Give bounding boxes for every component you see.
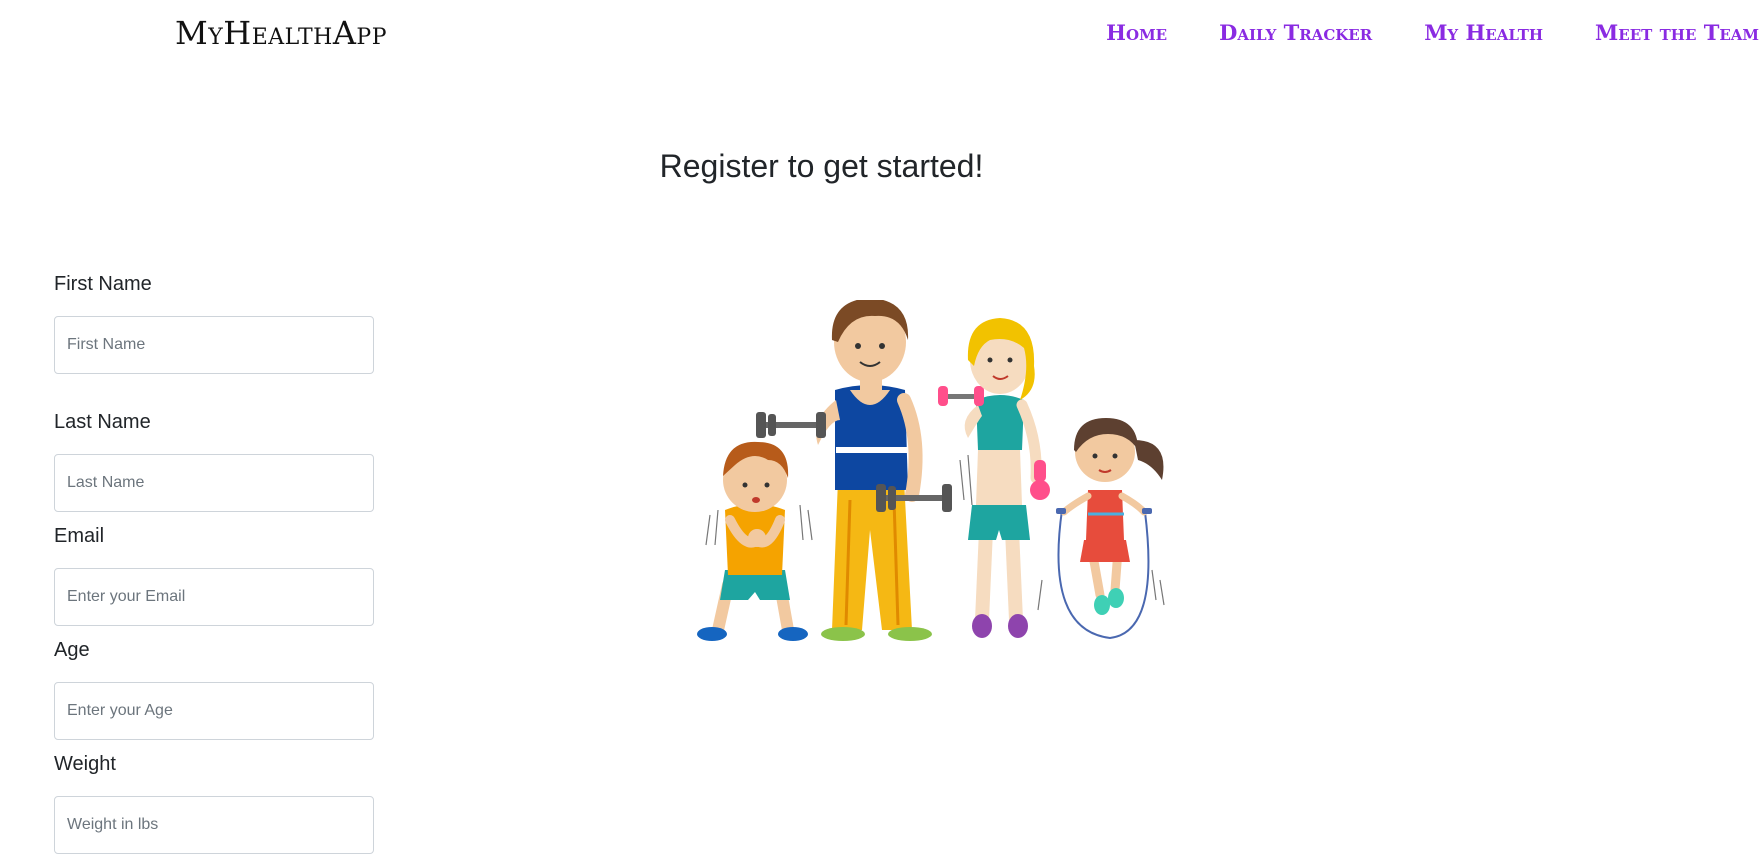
nav-link-daily-tracker[interactable]: Daily Tracker: [1219, 20, 1372, 45]
dad-figure: [756, 300, 973, 641]
registration-form: First Name Last Name Email Age Weight: [54, 272, 374, 854]
girl-figure: [1037, 418, 1165, 640]
first-name-label: First Name: [54, 273, 152, 295]
weight-input[interactable]: [54, 796, 374, 854]
email-label: Email: [54, 525, 105, 547]
page-heading: Register to get started!: [659, 148, 984, 184]
brand-logo[interactable]: MyHealthApp: [175, 14, 387, 52]
last-name-label: Last Name: [54, 411, 151, 433]
family-exercise-illustration: [697, 300, 1165, 641]
nav-link-home[interactable]: Home: [1106, 20, 1167, 45]
email-input[interactable]: [54, 568, 374, 626]
age-label: Age: [54, 639, 90, 661]
last-name-input[interactable]: [54, 454, 374, 512]
age-input[interactable]: [54, 682, 374, 740]
first-name-input[interactable]: [54, 316, 374, 374]
mom-figure: [938, 318, 1050, 638]
boy-figure: [697, 441, 813, 641]
nav-link-my-health[interactable]: My Health: [1424, 20, 1543, 45]
weight-label: Weight: [54, 753, 116, 775]
nav-links: Home Daily Tracker My Health Meet the Te…: [1054, 20, 1759, 45]
navbar: MyHealthApp Home Daily Tracker My Health…: [0, 0, 1759, 72]
nav-link-meet-the-team[interactable]: Meet the Team: [1595, 20, 1759, 45]
